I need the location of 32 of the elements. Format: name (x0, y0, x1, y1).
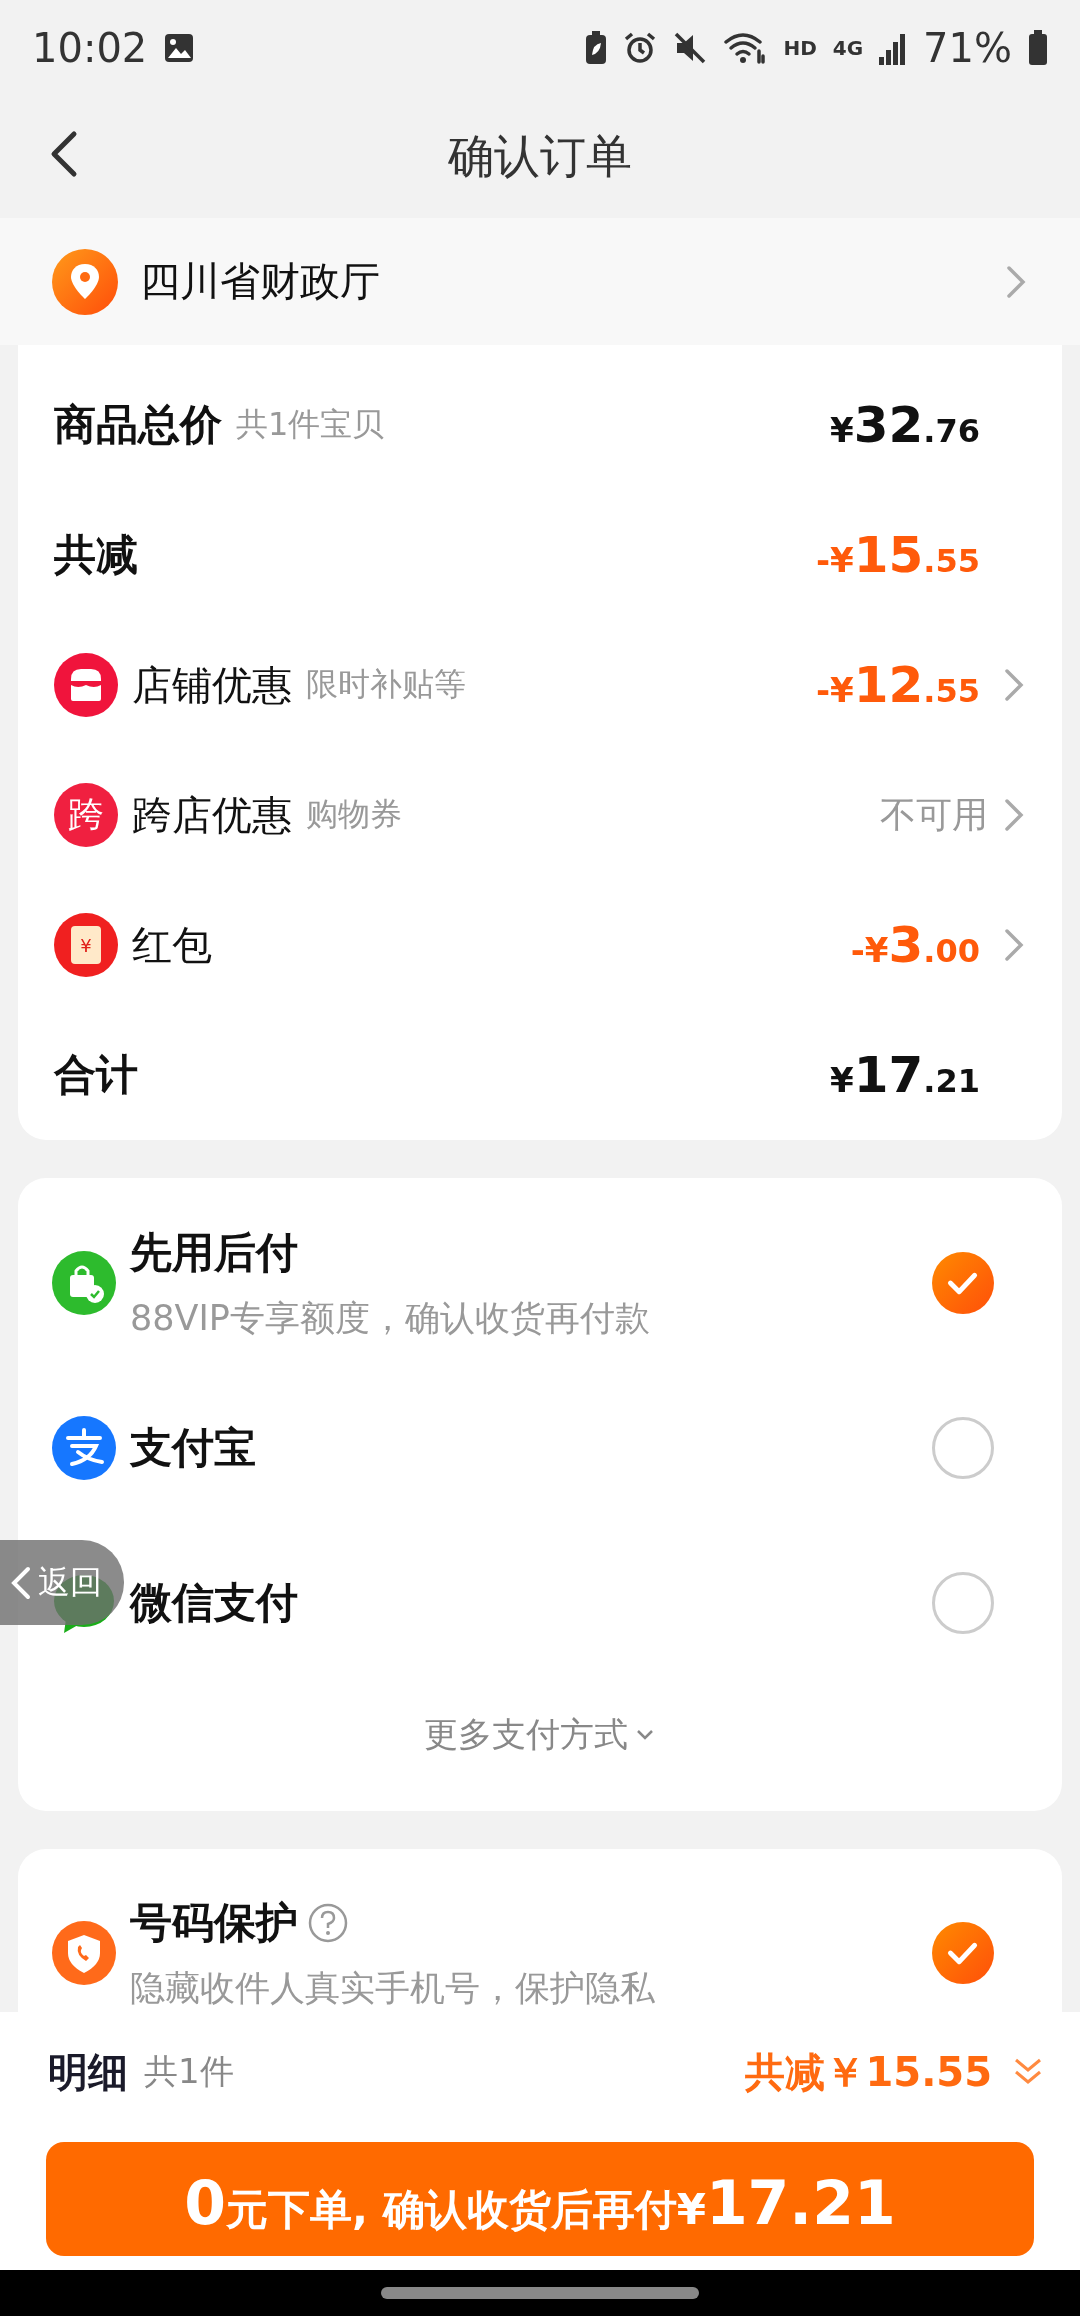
network-label: HD (783, 36, 817, 60)
price-text: -¥12.55 (815, 656, 980, 714)
row-label: 商品总价 (54, 399, 222, 451)
status-text: 不可用 (880, 792, 988, 837)
page-title: 确认订单 (448, 128, 632, 185)
option-subtitle: 隐藏收件人真实手机号，保护隐私 (130, 1966, 656, 2010)
row-label: 共减 (54, 529, 138, 581)
address-text: 四川省财政厅 (140, 257, 381, 306)
row-note: 限时补贴等 (306, 664, 466, 705)
row-label: 红包 (132, 920, 212, 970)
row-label: 跨店优惠 (132, 790, 292, 840)
price-text: ¥17.21 (830, 1046, 980, 1104)
option-title: 支付宝 (130, 1422, 257, 1474)
row-note: 共1件宝贝 (236, 404, 385, 445)
clock-text: 10:02 (32, 25, 148, 71)
details-label: 明细 (48, 2047, 128, 2097)
network-label: 4G (832, 36, 864, 60)
price-text: ¥32.76 (830, 396, 980, 454)
option-title: 先用后付 (130, 1226, 299, 1279)
row-label: 合计 (54, 1049, 138, 1101)
badge-icon: 跨 (54, 783, 118, 847)
price-text: -¥15.55 (815, 526, 980, 584)
option-title: 号码保护 (130, 1896, 298, 1949)
item-count: 共1件 (144, 2050, 235, 2093)
option-subtitle: 88VIP专享额度，确认收货再付款 (130, 1296, 651, 1340)
row-note: 购物券 (306, 794, 402, 835)
envelope-icon: ¥ (54, 913, 118, 977)
battery-text: 71% (923, 25, 1012, 71)
price-text: -¥3.00 (850, 916, 980, 974)
option-title: 微信支付 (130, 1577, 299, 1629)
discount-total: 共减￥15.55 (745, 2047, 992, 2097)
row-label: 店铺优惠 (132, 660, 292, 710)
